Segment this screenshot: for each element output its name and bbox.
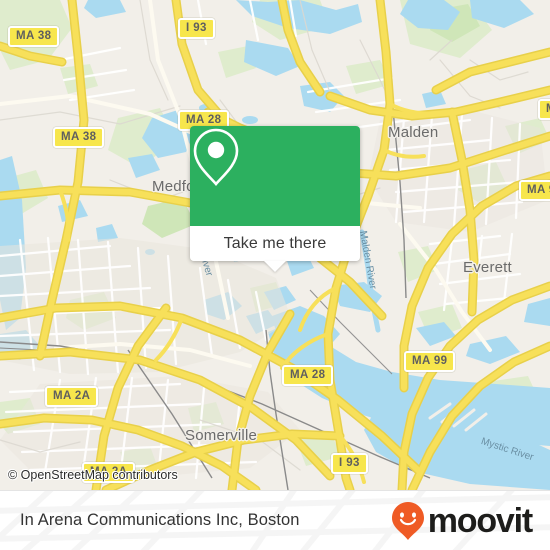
road-shield-ma-38-nw: MA 38 xyxy=(8,26,60,47)
place-label-medford: Medfo xyxy=(152,178,195,195)
location-popup[interactable]: Take me there xyxy=(190,126,360,272)
popup-image-area xyxy=(190,126,360,226)
map-attribution[interactable]: © OpenStreetMap contributors xyxy=(8,468,178,482)
map-screen: .w { fill:#aadaf0; } .grn { fill:#dfeccd… xyxy=(0,0,550,550)
place-label-somerville: Somerville xyxy=(185,427,258,444)
moovit-wordmark: moovit xyxy=(427,501,533,540)
road-shield-i-93-s: I 93 xyxy=(331,453,368,474)
place-label-malden: Malden xyxy=(388,124,439,141)
road-shield-ma-ne: MA xyxy=(538,99,550,120)
page-title: In Arena Communications Inc, Boston xyxy=(20,511,300,529)
road-shield-ma-2a-w: MA 2A xyxy=(45,386,99,407)
moovit-brand[interactable]: moovit xyxy=(391,501,533,541)
road-shield-i-93-n: I 93 xyxy=(178,18,215,39)
road-shield-ma-38-w: MA 38 xyxy=(53,127,105,148)
map-pin-icon xyxy=(193,128,239,186)
footer-bar: In Arena Communications Inc, Boston moov… xyxy=(0,490,550,550)
road-shield-ma-99-s: MA 99 xyxy=(404,351,456,372)
moovit-smiley-pin-icon xyxy=(391,501,424,540)
take-me-there-label: Take me there xyxy=(223,234,327,252)
map-canvas[interactable]: .w { fill:#aadaf0; } .grn { fill:#dfeccd… xyxy=(0,0,550,490)
place-label-everett: Everett xyxy=(463,259,512,276)
road-shield-ma-28-s: MA 28 xyxy=(282,365,334,386)
take-me-there-button[interactable]: Take me there xyxy=(190,226,360,272)
road-shield-ma-99-e: MA 99 xyxy=(519,180,550,201)
popup-pointer xyxy=(264,261,286,272)
